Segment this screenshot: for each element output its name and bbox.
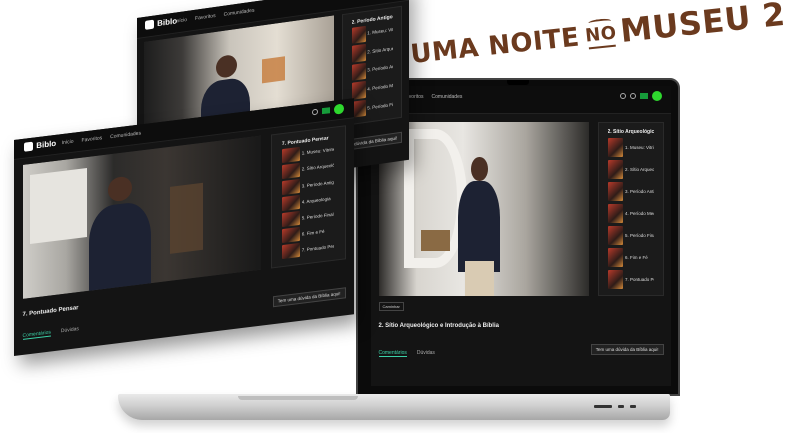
episode-thumbnail: [607, 160, 624, 179]
playlist-item[interactable]: 5. Período Final: [351, 96, 393, 119]
language-flag-icon[interactable]: [321, 107, 330, 115]
episode-thumbnail: [607, 248, 624, 267]
avatar[interactable]: [333, 103, 344, 115]
promo-title: UMA NOITE NO MUSEU 2: [409, 0, 788, 70]
nav-item-inicio[interactable]: Início: [175, 17, 187, 25]
search-icon[interactable]: [311, 108, 318, 116]
video-title: 7. Pontuado Pensar: [22, 304, 79, 318]
playlist-item[interactable]: 4. Período Medo: [607, 204, 654, 223]
episode-thumbnail: [351, 62, 366, 82]
video-player[interactable]: [22, 135, 261, 299]
presenter-body: [89, 199, 151, 296]
promo-stage: UMA NOITE NO MUSEU 2 Início Favoritos Co…: [0, 0, 800, 433]
logo-mark-icon: [24, 141, 34, 153]
main-nav: Início Favoritos Comunidades: [62, 130, 141, 146]
bell-icon[interactable]: [630, 93, 636, 100]
episode-thumbnail: [351, 44, 366, 63]
presenter-head: [470, 156, 488, 182]
playlist-panel: 7. Pontuado Pensar 1. Museu: Vitrine e I…: [270, 125, 346, 269]
laptop-screen: Início Favoritos Comunidades 2. Sítio Ar…: [371, 86, 671, 386]
presenter-legs: [464, 261, 494, 296]
playlist-item[interactable]: 2. Sítio Arqueológico e Introdução: [607, 160, 654, 179]
episode-thumbnail: [607, 138, 624, 157]
main-nav: Início Favoritos Comunidades: [175, 7, 254, 24]
floating-screen-front: Biblo Início Favoritos Comunidades 7. Po…: [14, 98, 354, 357]
nav-item-favoritos[interactable]: Favoritos: [82, 135, 103, 144]
title-word-3: MUSEU 2: [618, 0, 788, 50]
playlist-item[interactable]: 7. Pontuado Pensar: [607, 270, 654, 289]
usb-port: [630, 405, 636, 408]
sd-slot: [594, 405, 612, 408]
title-word-1: UMA NOITE: [409, 22, 581, 70]
video-title: 2. Sítio Arqueológico e Introdução à Bíb…: [378, 323, 499, 329]
episode-thumbnail: [607, 182, 624, 201]
playlist-header: 2. Sítio Arqueológico e Introdução...: [607, 129, 654, 135]
lid-groove: [238, 396, 358, 400]
laptop-base: [118, 394, 670, 420]
episode-thumbnail: [351, 81, 366, 100]
tab-duvidas[interactable]: Dúvidas: [417, 350, 435, 357]
episode-thumbnail: [607, 204, 624, 223]
avatar[interactable]: [652, 91, 662, 102]
info-panel: [29, 167, 87, 245]
app-logo[interactable]: Biblo: [145, 17, 177, 31]
content-tabs: Comentários Dúvidas: [22, 326, 79, 341]
episode-thumbnail: [281, 163, 300, 179]
playlist-item[interactable]: 1. Museu: Vitrine e Iluminação do Museu: [607, 138, 654, 157]
nav-item-comunidades[interactable]: Comunidades: [432, 94, 463, 100]
tab-comentarios[interactable]: Comentários: [22, 329, 51, 341]
episode-thumbnail: [607, 226, 624, 245]
playlist-item[interactable]: 3. Período Antigo: [607, 182, 654, 201]
episode-thumbnail: [281, 195, 300, 211]
language-flag-icon[interactable]: [640, 93, 648, 100]
usb-port: [618, 405, 624, 408]
presenter-body: [458, 181, 501, 272]
episode-thumbnail: [281, 227, 300, 244]
episode-thumbnail: [281, 179, 300, 195]
episode-thumbnail: [281, 211, 300, 228]
episode-thumbnail: [281, 243, 300, 260]
camera-notch: [507, 80, 529, 85]
search-icon[interactable]: [620, 93, 626, 100]
ask-question-button[interactable]: Tem uma dúvida da Bíblia aqui!: [272, 287, 346, 308]
nav-item-comunidades[interactable]: Comunidades: [110, 130, 141, 140]
logo-mark-icon: [145, 19, 155, 31]
app-logo[interactable]: Biblo: [24, 139, 56, 153]
nav-item-comunidades[interactable]: Comunidades: [224, 7, 255, 17]
top-icons: [620, 91, 662, 102]
nav-item-favoritos[interactable]: Favoritos: [195, 13, 216, 22]
video-player[interactable]: [378, 122, 589, 296]
playlist-item[interactable]: 6. Fim e Fé: [607, 248, 654, 267]
episode-thumbnail: [607, 270, 624, 289]
playlist-item[interactable]: 5. Período Final: [607, 226, 654, 245]
tab-comentarios[interactable]: Comentários: [378, 350, 407, 357]
exhibit-object: [261, 55, 285, 84]
top-icons: [311, 103, 344, 117]
playlist-panel: 2. Sítio Arqueológico e Introdução... 1.…: [597, 122, 664, 296]
nav-item-inicio[interactable]: Início: [62, 139, 74, 146]
ask-question-button[interactable]: Tem uma dúvida da Bíblia aqui!: [590, 344, 664, 355]
tab-duvidas[interactable]: Dúvidas: [61, 326, 79, 335]
exhibit-case: [170, 182, 204, 254]
content-tabs: Comentários Dúvidas: [378, 350, 435, 357]
exhibit-object: [420, 229, 450, 251]
title-word-2: NO: [584, 22, 618, 47]
episode-thumbnail: [351, 25, 366, 45]
video-control-button[interactable]: Caminhar: [378, 302, 404, 311]
episode-thumbnail: [281, 146, 300, 163]
top-bar: Início Favoritos Comunidades: [371, 86, 671, 114]
